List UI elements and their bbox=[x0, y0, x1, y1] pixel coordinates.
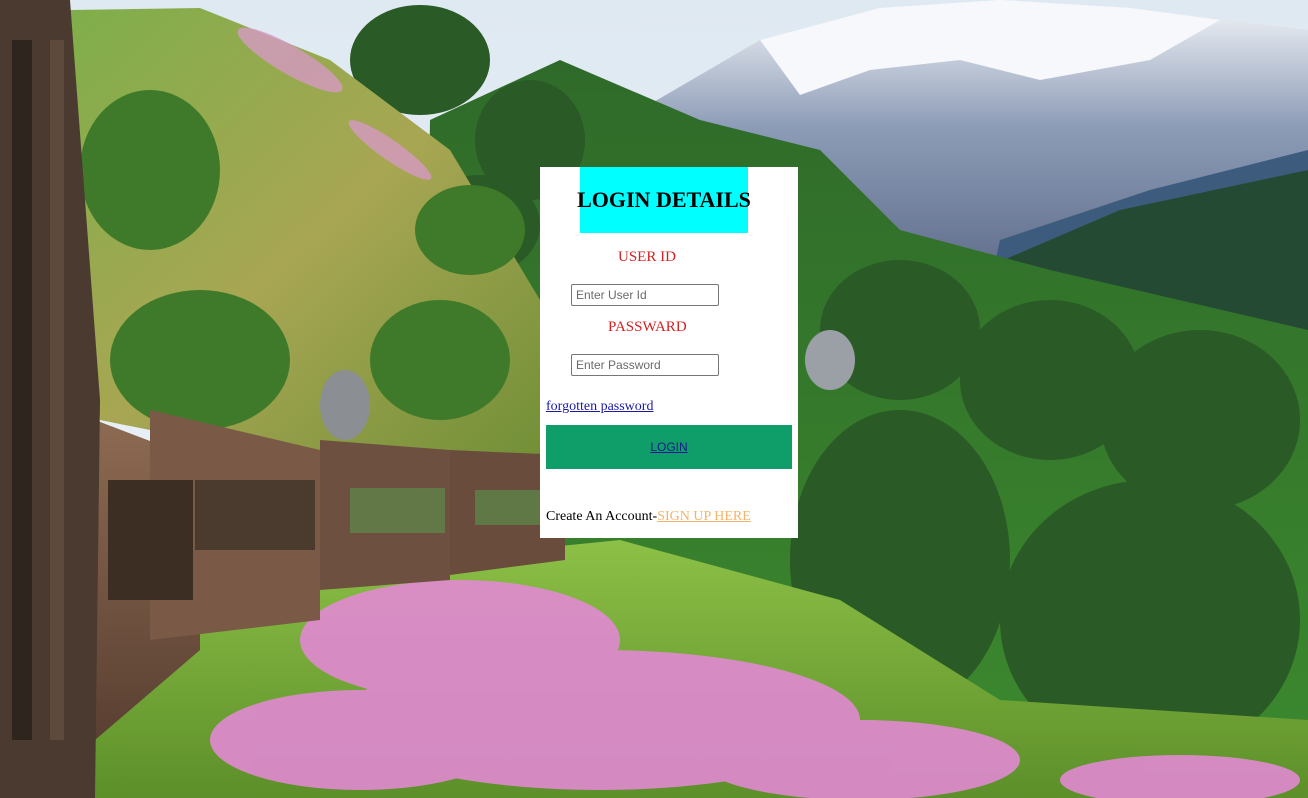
password-input[interactable] bbox=[571, 354, 719, 376]
forgotten-password-link[interactable]: forgotten password bbox=[546, 399, 653, 415]
login-button[interactable]: LOGIN bbox=[546, 425, 792, 469]
create-account-row: Create An Account-SIGN UP HERE bbox=[546, 509, 751, 525]
sign-up-link[interactable]: SIGN UP HERE bbox=[657, 509, 751, 524]
password-label: PASSWARD bbox=[608, 319, 687, 335]
login-title-box: LOGIN DETAILS bbox=[577, 167, 751, 233]
create-account-text: Create An Account- bbox=[546, 509, 658, 524]
login-card: LOGIN DETAILS USER ID PASSWARD forgotten… bbox=[540, 167, 798, 538]
login-title: LOGIN DETAILS bbox=[577, 187, 751, 212]
user-id-label: USER ID bbox=[618, 249, 676, 265]
user-id-input[interactable] bbox=[571, 284, 719, 306]
